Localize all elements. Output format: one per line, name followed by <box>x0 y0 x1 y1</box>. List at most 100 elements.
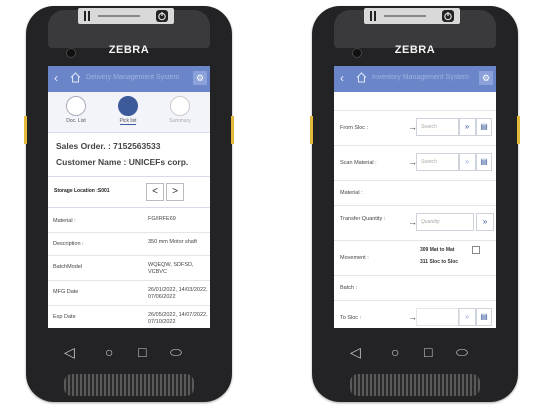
row-from-sloc: From Sloc : → Search » ▤ <box>334 111 496 146</box>
row-label: BatchModel <box>53 264 83 270</box>
row-transfer-quantity: Transfer Quantity : → Quantity » <box>334 206 496 241</box>
confirm-button[interactable]: » <box>476 213 494 231</box>
scanner-window <box>98 15 140 17</box>
nav-home-icon[interactable]: ○ <box>391 344 399 360</box>
row-value: 26/01/2022, 14/03/2022, 07/06/2022 <box>148 287 208 300</box>
quantity-input[interactable]: Quantity <box>416 213 474 231</box>
row-label: Transfer Quantity : <box>340 216 386 222</box>
app-header: ‹ Inventory Management System ⚙ <box>334 66 496 92</box>
row-value: 350 mm Motor shaft <box>148 239 197 245</box>
tab-label: Summary <box>169 118 191 124</box>
search-button[interactable]: » <box>458 118 476 136</box>
speaker-grille <box>64 374 194 396</box>
row-label: Material : <box>53 218 76 224</box>
row-value: FG/IRFE69 <box>148 216 176 222</box>
sales-order: Sales Order. : 7152563533 <box>56 141 161 151</box>
row-label: Batch : <box>340 285 358 291</box>
nav-home-icon[interactable]: ○ <box>105 344 113 360</box>
scanner-window <box>384 15 426 17</box>
brand-logo: ZEBRA <box>394 44 436 56</box>
nav-back-icon[interactable]: ◁ <box>64 344 75 361</box>
power-icon <box>158 12 166 21</box>
row-to-sloc: To Sloc : → » ▤ <box>334 301 496 328</box>
movement-option-311: 311 Sloc to Sloc <box>420 259 459 265</box>
scanner-bar <box>364 8 460 24</box>
detail-row-mfg-date: MFG Date 26/01/2022, 14/03/2022, 07/06/2… <box>48 281 210 306</box>
list-icon[interactable]: ▤ <box>476 308 492 326</box>
detail-row-material: Material : FG/IRFE69 <box>48 210 210 233</box>
storage-location-label: Storage Location :S001 <box>54 188 110 194</box>
device-left: ZEBRA ‹ Delivery Management System ⚙ Doc… <box>24 6 234 402</box>
android-nav-bar: ◁ ○ □ ⬭ <box>26 338 232 368</box>
app-header: ‹ Delivery Management System ⚙ <box>48 66 210 92</box>
detail-row-batch: BatchModel WQEQW, SDFSD, VCBVC <box>48 256 210 281</box>
form-spacer <box>334 92 496 111</box>
nav-menu-icon[interactable]: ⬭ <box>170 344 182 361</box>
row-label: Scan Material : <box>340 160 377 166</box>
row-label: Material : <box>340 190 363 196</box>
row-label: From Sloc : <box>340 125 369 131</box>
power-button[interactable] <box>442 10 454 22</box>
list-icon <box>118 96 138 116</box>
screen-left: ‹ Delivery Management System ⚙ Doc. List… <box>48 66 210 328</box>
row-value: 26/05/2022, 14/07/2022, 07/10/2022 <box>148 312 208 325</box>
row-batch: Batch : <box>334 276 496 301</box>
app-title: Delivery Management System <box>86 74 180 81</box>
tab-summary[interactable]: Summary <box>160 96 200 124</box>
nav-back-icon[interactable]: ◁ <box>350 344 361 361</box>
nav-recents-icon[interactable]: □ <box>138 344 146 360</box>
device-right: ZEBRA ‹ Inventory Management System ⚙ Fr… <box>310 6 520 402</box>
from-sloc-input[interactable]: Search <box>416 118 460 136</box>
scan-pause-icon <box>370 11 372 21</box>
power-button[interactable] <box>156 10 168 22</box>
side-scan-button-left[interactable] <box>310 116 313 144</box>
customer-name: Customer Name : UNICEFs corp. <box>56 157 189 167</box>
detail-row-exp-date: Exp Date 26/05/2022, 14/07/2022, 07/10/2… <box>48 306 210 328</box>
scan-pause-icon <box>84 11 86 21</box>
side-scan-button-right[interactable] <box>517 116 520 144</box>
row-value: WQEQW, SDFSD, VCBVC <box>148 262 194 275</box>
row-movement: Movement : 309 Mat to Mat 311 Sloc to Sl… <box>334 241 496 276</box>
tab-label: Pick list <box>119 118 137 125</box>
back-icon[interactable]: ‹ <box>340 71 344 85</box>
tab-label: Doc. List <box>66 118 86 124</box>
android-nav-bar: ◁ ○ □ ⬭ <box>312 338 518 368</box>
tab-pick-list[interactable]: Pick list <box>108 96 148 125</box>
transfer-form: From Sloc : → Search » ▤ Scan Material :… <box>334 92 496 328</box>
row-label: Description : <box>53 241 84 247</box>
row-material: Material : <box>334 181 496 206</box>
row-label: MFG Date <box>53 289 79 295</box>
back-icon[interactable]: ‹ <box>54 71 58 85</box>
speaker-grille <box>350 374 480 396</box>
search-button[interactable]: » <box>458 308 476 326</box>
search-button[interactable]: » <box>458 153 476 171</box>
movement-checkbox[interactable] <box>472 246 480 254</box>
row-label: To Sloc : <box>340 315 362 321</box>
user-settings-icon[interactable]: ⚙ <box>193 71 207 85</box>
next-button[interactable]: > <box>166 183 184 201</box>
storage-location-row: Storage Location :S001 < > <box>48 176 210 208</box>
side-scan-button-right[interactable] <box>231 116 234 144</box>
tab-doc-list[interactable]: Doc. List <box>56 96 96 124</box>
scanner-bar <box>78 8 174 24</box>
side-scan-button-left[interactable] <box>24 116 27 144</box>
home-icon[interactable] <box>70 72 81 83</box>
nav-recents-icon[interactable]: □ <box>424 344 432 360</box>
home-icon[interactable] <box>356 72 367 83</box>
detail-list: Material : FG/IRFE69 Description : 350 m… <box>48 210 210 328</box>
detail-row-description: Description : 350 mm Motor shaft <box>48 233 210 256</box>
power-icon <box>444 12 452 21</box>
prev-button[interactable]: < <box>146 183 164 201</box>
list-icon[interactable]: ▤ <box>476 153 492 171</box>
summary-icon <box>170 96 190 116</box>
nav-menu-icon[interactable]: ⬭ <box>456 344 468 361</box>
row-label: Movement : <box>340 255 369 261</box>
row-label: Exp Date <box>53 314 76 320</box>
screen-right: ‹ Inventory Management System ⚙ From Slo… <box>334 66 496 328</box>
scan-material-input[interactable]: Search <box>416 153 460 171</box>
movement-option-309: 309 Mat to Mat <box>420 247 455 253</box>
to-sloc-input[interactable] <box>416 308 460 326</box>
user-settings-icon[interactable]: ⚙ <box>479 71 493 85</box>
list-icon[interactable]: ▤ <box>476 118 492 136</box>
document-icon <box>66 96 86 116</box>
